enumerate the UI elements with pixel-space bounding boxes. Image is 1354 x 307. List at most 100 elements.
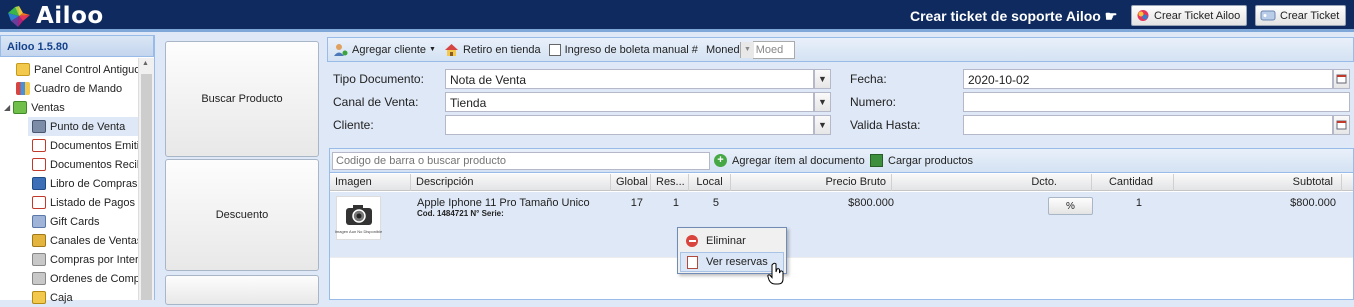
- moneda-select[interactable]: Moed ▼: [740, 40, 795, 59]
- sidebar-item-label: Documentos Emitidos: [50, 139, 138, 152]
- tipo-documento-select[interactable]: Nota de Venta: [445, 69, 814, 89]
- numero-label: Numero:: [850, 95, 897, 109]
- ingreso-boleta-checkbox-group[interactable]: Ingreso de boleta manual #: [548, 43, 698, 56]
- pos-icon: [32, 120, 46, 133]
- store-icon: [444, 43, 458, 56]
- delete-icon: [686, 235, 698, 247]
- descuento-button[interactable]: Descuento: [165, 159, 319, 271]
- logo[interactable]: Ailoo: [6, 3, 104, 29]
- numero-input[interactable]: [963, 92, 1350, 112]
- scroll-thumb[interactable]: [141, 74, 152, 300]
- chevron-down-icon[interactable]: ▼: [814, 92, 831, 112]
- sidebar-item-documentos-emitidos[interactable]: Documentos Emitidos: [32, 136, 138, 155]
- sidebar-item-label: Compras por Internet: [50, 253, 138, 266]
- dropdown-arrow-icon: ▼: [429, 46, 436, 53]
- menu-item-eliminar[interactable]: Eliminar: [680, 231, 784, 251]
- column-header-subtotal[interactable]: Subtotal: [1174, 174, 1342, 191]
- action-button-3[interactable]: [165, 275, 319, 305]
- sidebar-item-label: Listado de Pagos: [50, 196, 136, 209]
- sidebar-item-label: Gift Cards: [50, 215, 100, 228]
- cart-icon: [32, 234, 46, 247]
- table-row[interactable]: Imagen Aun No Disponible Apple Iphone 11…: [330, 192, 1353, 258]
- column-header-reservado[interactable]: Res...: [651, 174, 689, 191]
- sidebar-item-ordenes-compra[interactable]: Ordenes de Compra: [32, 269, 138, 288]
- sidebar-item-cuadro-mando[interactable]: Cuadro de Mando: [16, 79, 122, 98]
- chevron-down-icon[interactable]: ▼: [740, 41, 754, 58]
- discount-button[interactable]: %: [1048, 197, 1093, 215]
- product-search-input[interactable]: [332, 152, 710, 170]
- chevron-down-icon[interactable]: ▼: [814, 69, 831, 89]
- valida-hasta-input[interactable]: [963, 115, 1333, 135]
- sidebar-item-ventas[interactable]: ◢ Ventas: [4, 98, 65, 117]
- calendar-icon[interactable]: [1333, 115, 1350, 135]
- menu-item-label: Ver reservas: [706, 256, 768, 268]
- sidebar-scrollbar[interactable]: ▲: [138, 58, 154, 300]
- cash-icon: [32, 291, 46, 304]
- sidebar-item-compras-internet[interactable]: Compras por Internet: [32, 250, 138, 269]
- sidebar-item-listado-pagos[interactable]: Listado de Pagos: [32, 193, 138, 212]
- camera-icon: [345, 204, 372, 225]
- precio-bruto-value: $800.000: [848, 197, 894, 209]
- chevron-down-icon[interactable]: ▼: [814, 115, 831, 135]
- sidebar-item-libro-compras[interactable]: Libro de Compras y Ventas: [32, 174, 138, 193]
- column-header-dcto[interactable]: Dcto.: [892, 174, 1092, 191]
- sidebar-item-panel-control[interactable]: Panel Control Antiguo: [16, 60, 140, 79]
- items-grid-panel: + Agregar ítem al documento ▼ Cargar pro…: [329, 148, 1354, 300]
- create-ticket-ailoo-label: Crear Ticket Ailoo: [1154, 9, 1241, 22]
- reservado-value: 1: [672, 197, 679, 209]
- sidebar-item-label: Documentos Recibidos: [50, 158, 138, 171]
- sidebar-item-label: Cuadro de Mando: [34, 82, 123, 95]
- create-ticket-button[interactable]: Crear Ticket: [1255, 5, 1347, 26]
- canal-venta-select[interactable]: Tienda: [445, 92, 814, 112]
- expand-triangle-icon[interactable]: ◢: [4, 103, 10, 112]
- column-header-local[interactable]: Local: [689, 174, 731, 191]
- action-column: Buscar Producto Descuento: [157, 35, 325, 305]
- sidebar-item-label: Libro de Compras y Ventas: [50, 177, 138, 190]
- cliente-select[interactable]: [445, 115, 814, 135]
- product-code: Cod. 1484721 N° Serie:: [417, 209, 504, 218]
- buscar-producto-label: Buscar Producto: [201, 93, 283, 105]
- column-header-imagen[interactable]: Imagen: [330, 174, 411, 191]
- cargar-productos-button[interactable]: Cargar productos: [870, 154, 973, 167]
- image-caption: Imagen Aun No Disponible: [334, 228, 383, 234]
- support-title: Crear ticket de soporte Ailoo ☛: [910, 8, 1118, 24]
- giftcard-icon: [32, 215, 46, 228]
- column-header-descripcion[interactable]: Descripción: [411, 174, 611, 191]
- document-toolbar: Agregar cliente ▼ Retiro en tienda Ingre…: [327, 37, 1354, 62]
- agregar-cliente-button[interactable]: Agregar cliente ▼: [333, 43, 436, 57]
- agregar-cliente-label: Agregar cliente: [352, 43, 426, 56]
- sidebar-item-punto-venta[interactable]: Punto de Venta: [28, 117, 138, 136]
- sidebar-item-caja[interactable]: Caja: [32, 288, 138, 307]
- retiro-tienda-label: Retiro en tienda: [462, 43, 541, 56]
- add-icon: +: [714, 154, 727, 167]
- grid-toolbar: + Agregar ítem al documento ▼ Cargar pro…: [330, 149, 1353, 173]
- product-description: Apple Iphone 11 Pro Tamaño Unico: [417, 197, 590, 209]
- scroll-up-icon[interactable]: ▲: [142, 60, 149, 67]
- global-value: 17: [630, 197, 643, 209]
- sidebar-item-label: Ventas: [31, 101, 65, 114]
- cantidad-value[interactable]: 1: [1130, 197, 1142, 209]
- ingreso-boleta-checkbox[interactable]: [548, 43, 561, 56]
- sidebar-item-gift-cards[interactable]: Gift Cards: [32, 212, 138, 231]
- retiro-tienda-button[interactable]: Retiro en tienda: [444, 43, 541, 57]
- product-image: Imagen Aun No Disponible: [334, 196, 383, 240]
- sidebar-item-label: Panel Control Antiguo: [34, 63, 141, 76]
- fecha-input[interactable]: 2020-10-02: [963, 69, 1333, 89]
- create-ticket-label: Crear Ticket: [1280, 9, 1340, 22]
- sidebar-item-label: Caja: [50, 291, 73, 304]
- column-header-cantidad[interactable]: Cantidad: [1092, 174, 1174, 191]
- top-bar: Ailoo Crear ticket de soporte Ailoo ☛ Cr…: [0, 0, 1354, 32]
- cart-icon: [32, 253, 46, 266]
- cargar-productos-label: Cargar productos: [888, 154, 973, 167]
- column-header-precio-bruto[interactable]: Precio Bruto: [731, 174, 892, 191]
- local-value: 5: [712, 197, 719, 209]
- calendar-icon[interactable]: [1333, 69, 1350, 89]
- buscar-producto-button[interactable]: Buscar Producto: [165, 41, 319, 157]
- sidebar-item-canales-ventas[interactable]: Canales de Ventas: [32, 231, 138, 250]
- user-add-icon: [334, 43, 348, 56]
- agregar-item-button[interactable]: + Agregar ítem al documento ▼: [714, 154, 876, 167]
- sidebar-item-documentos-recibidos[interactable]: Documentos Recibidos: [32, 155, 138, 174]
- create-ticket-ailoo-button[interactable]: Crear Ticket Ailoo: [1131, 5, 1248, 26]
- column-header-global[interactable]: Global: [611, 174, 651, 191]
- sidebar-item-label: Canales de Ventas: [50, 234, 138, 247]
